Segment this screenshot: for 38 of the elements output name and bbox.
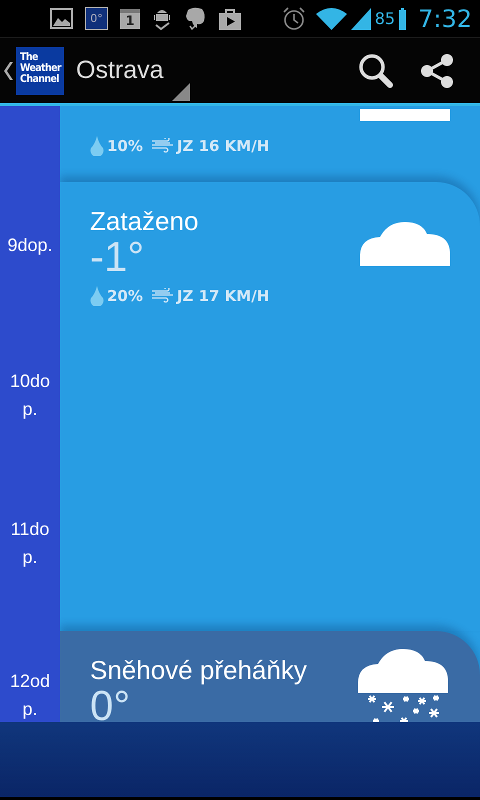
wind-icon (152, 288, 174, 304)
snow-cloud-icon (358, 649, 450, 722)
share-icon (419, 52, 455, 88)
precipitation-text: 10% (107, 137, 143, 155)
hour-label: 10dop. (8, 370, 52, 421)
wind-icon (152, 138, 174, 154)
clock-time: 7:32 (418, 4, 472, 32)
hour-label: 9dop. (6, 234, 54, 257)
forecast-card[interactable]: Sněhové přeháňky 0° (60, 631, 480, 722)
picture-icon (50, 8, 73, 29)
battery-level: 85 (374, 9, 396, 28)
condition-text: Zataženo (90, 206, 198, 236)
hour-label: 11dop. (10, 518, 50, 569)
wind-text: JZ 16 KM/H (176, 137, 270, 155)
store-bag-icon (218, 6, 242, 30)
wifi-icon (316, 8, 347, 30)
hour-label: 12odp. (8, 670, 52, 721)
signal-icon (350, 8, 371, 30)
forecast-card[interactable]: Zataženo -1° 20% JZ 17 KM/H (60, 182, 480, 631)
share-button[interactable] (419, 52, 455, 88)
location-spinner[interactable]: Ostrava (76, 56, 184, 85)
temperature-text: -1° (90, 236, 144, 278)
temperature-text: 0° (90, 685, 130, 722)
search-button[interactable] (358, 52, 394, 88)
weather-channel-logo[interactable]: The Weather Channel (16, 46, 64, 94)
battery-icon (399, 8, 406, 30)
elephant-icon (184, 6, 206, 32)
temperature-notification: 0° (85, 7, 108, 30)
condition-text: Sněhové přeháňky (90, 655, 307, 685)
up-caret-icon (4, 62, 14, 80)
wind-text: JZ 17 KM/H (176, 287, 270, 305)
alarm-clock-icon (282, 6, 306, 30)
raindrop-icon (90, 136, 104, 156)
search-icon (358, 52, 394, 88)
precipitation-text: 20% (107, 287, 143, 305)
calendar-notification: 1 (120, 8, 140, 28)
raindrop-icon (90, 286, 104, 306)
dropdown-corner-icon (172, 83, 190, 101)
